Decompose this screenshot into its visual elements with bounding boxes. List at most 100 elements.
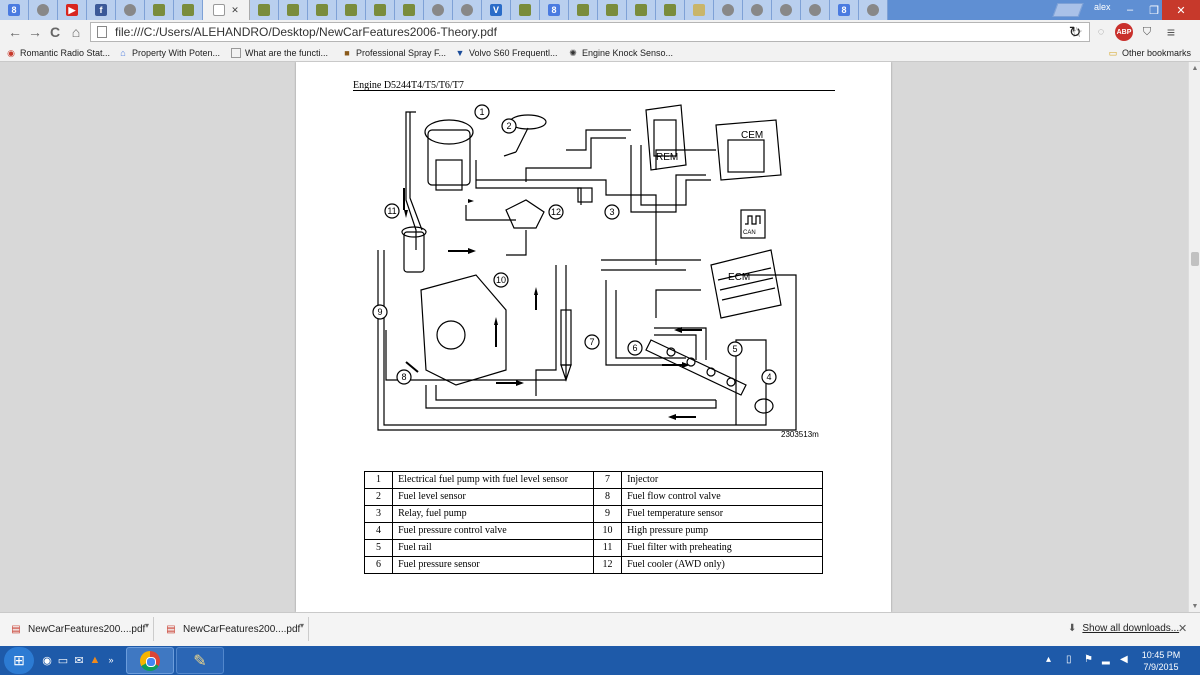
tab-20[interactable] [598,0,627,20]
close-shelf-button[interactable]: ✕ [1178,622,1187,635]
tab-10[interactable] [308,0,337,20]
download-item[interactable]: ▤ NewCarFeatures200....pdf ▾ [159,617,309,641]
tab-6[interactable] [174,0,203,20]
address-bar[interactable]: ☆ [90,22,1090,42]
tab-11[interactable] [337,0,366,20]
legend-text: Electrical fuel pump with fuel level sen… [392,471,594,489]
reload-button[interactable]: C [46,23,64,41]
folder-icon: ▭ [1108,47,1118,58]
gear-icon: ✺ [569,47,577,58]
mail-quicklaunch-icon[interactable]: ✉ [72,653,86,667]
image-icon [345,4,357,16]
tab-0[interactable]: 8 [0,0,29,20]
tab-24[interactable] [714,0,743,20]
tab-4[interactable] [116,0,145,20]
bookmark-item[interactable]: ▼ Volvo S60 Frequentl... [455,46,558,60]
chrome-taskbar-button[interactable] [126,647,174,674]
flag-icon[interactable]: ⚑ [1084,654,1093,665]
tab-19[interactable] [569,0,598,20]
back-button[interactable]: ← [6,23,24,41]
system-clock[interactable]: 10:45 PM 7/9/2015 [1136,649,1186,673]
tab-2[interactable]: ▶ [58,0,87,20]
volvo-icon: ▼ [455,48,465,58]
tab-17[interactable] [511,0,540,20]
tab-22[interactable] [656,0,685,20]
scroll-down-icon[interactable]: ▼ [1189,600,1200,612]
vertical-scrollbar[interactable]: ▲ ▼ [1188,62,1200,612]
callout-12: 12 [551,207,561,217]
vlc-icon[interactable]: ▲ [88,653,102,667]
scrollbar-thumb[interactable] [1191,252,1199,266]
tab-list: 8 ▶ f ✕ V 8 8 [0,0,888,20]
legend-text: Fuel pressure control valve [392,522,594,540]
volume-icon[interactable]: ◀ [1120,654,1128,665]
chevron-down-icon[interactable]: ▾ [145,621,149,630]
google-icon: 8 [838,4,850,16]
callout-1: 1 [479,107,484,117]
tab-28[interactable]: 8 [830,0,859,20]
tray-overflow-icon[interactable]: ▴ [1046,654,1051,665]
bookmark-item[interactable]: ◉ Romantic Radio Stat... [6,46,110,60]
sync-extension-icon[interactable]: ↻ [1066,23,1084,41]
bookmark-item[interactable]: What are the functi... [231,46,328,60]
adblock-plus-icon[interactable]: ABP [1115,23,1133,41]
shield-extension-icon[interactable]: ⛉ [1138,23,1156,41]
tab-9[interactable] [279,0,308,20]
diagram-label-rem: REM [656,152,678,163]
close-tab-icon[interactable]: ✕ [231,5,239,16]
image-icon [258,4,270,16]
windows-logo-icon: ⊞ [13,652,25,668]
start-button[interactable]: ⊞ [4,647,34,674]
bookmark-item[interactable]: ⌂ Property With Poten... [118,46,220,60]
tab-27[interactable] [801,0,830,20]
tab-12[interactable] [366,0,395,20]
close-window-button[interactable]: ✕ [1162,0,1200,20]
tab-1[interactable] [29,0,58,20]
pdf-viewer[interactable]: Engine D5244T4/T5/T6/T7 REM CEM ECM CAN … [0,62,1188,612]
shop-icon: ■ [344,48,350,58]
quicklaunch-overflow-icon[interactable]: » [104,653,118,667]
new-tab-button[interactable] [1052,3,1084,17]
tab-26[interactable] [772,0,801,20]
tab-13[interactable] [395,0,424,20]
chevron-down-icon[interactable]: ▾ [300,621,304,630]
windows-taskbar: ⊞ ◉ ▭ ✉ ▲ » ✎ ▴ ▯ ⚑ ▂ ◀ 10:45 PM 7/9/201… [0,646,1200,675]
show-all-downloads-link[interactable]: ⬇ Show all downloads... [1068,623,1179,634]
bookmark-item[interactable]: ■ Professional Spray F... [342,46,446,60]
chrome-icon [140,650,160,671]
tab-8[interactable] [250,0,279,20]
tab-18[interactable]: 8 [540,0,569,20]
paint-taskbar-button[interactable]: ✎ [176,647,224,674]
bookmark-item[interactable]: ✺ Engine Knock Senso... [568,46,673,60]
tab-23[interactable] [685,0,714,20]
globe-icon [37,4,49,16]
chrome-quicklaunch-icon[interactable]: ◉ [40,653,54,667]
tab-3[interactable]: f [87,0,116,20]
other-bookmarks[interactable]: ▭ Other bookmarks [1108,46,1191,60]
chrome-menu-button[interactable]: ≡ [1162,23,1180,41]
network-icon[interactable]: ▂ [1102,654,1110,665]
download-item[interactable]: ▤ NewCarFeatures200....pdf ▾ [4,617,154,641]
tab-5[interactable] [145,0,174,20]
url-input[interactable] [115,25,1015,39]
battery-icon[interactable]: ▯ [1066,654,1072,665]
paint-icon: ✎ [193,652,207,670]
tab-15[interactable] [453,0,482,20]
tab-21[interactable] [627,0,656,20]
forward-button[interactable]: → [26,23,44,41]
scroll-up-icon[interactable]: ▲ [1189,62,1200,74]
globe-icon [751,4,763,16]
legend-number: 2 [363,488,394,506]
globe-icon [461,4,473,16]
tab-25[interactable] [743,0,772,20]
desktop-quicklaunch-icon[interactable]: ▭ [56,653,70,667]
tab-7[interactable]: ✕ [203,0,250,20]
extension-icon[interactable]: ◌ [1092,23,1110,41]
home-button[interactable]: ⌂ [67,23,85,41]
tab-16[interactable]: V [482,0,511,20]
user-profile-button[interactable]: alex [1094,2,1111,12]
clock-time: 10:45 PM [1141,650,1181,660]
tab-14[interactable] [424,0,453,20]
callout-11: 11 [387,206,396,216]
tab-29[interactable] [859,0,888,20]
